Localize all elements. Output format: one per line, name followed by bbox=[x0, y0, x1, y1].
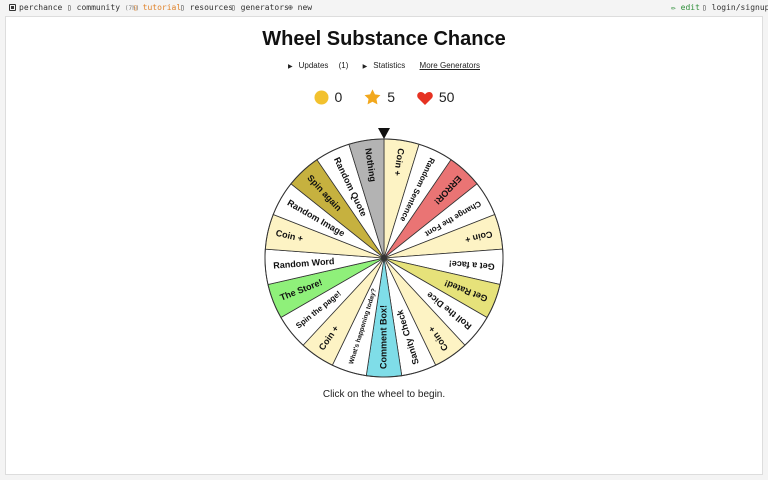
tutorial-link[interactable]: ▯ tutorial bbox=[133, 3, 181, 12]
brand-label: perchance bbox=[19, 3, 63, 12]
user-icon: ▯ bbox=[702, 3, 707, 12]
heart-icon bbox=[417, 92, 433, 106]
resources-icon: ▯ bbox=[180, 3, 185, 12]
book-icon: ▯ bbox=[133, 3, 138, 12]
edit-link[interactable]: ✏ edit bbox=[671, 3, 700, 12]
pencil-icon: ✏ bbox=[671, 3, 676, 12]
top-nav-bar: perchance ▯ community (7h) ▯ tutorial ▯ … bbox=[0, 0, 768, 16]
edit-label: edit bbox=[680, 3, 700, 12]
resources-label: resources bbox=[189, 3, 234, 12]
dice-icon bbox=[9, 4, 16, 11]
wheel-hub bbox=[381, 255, 387, 261]
tutorial-label: tutorial bbox=[142, 3, 182, 12]
statistics-label: Statistics bbox=[373, 61, 406, 70]
updates-label: Updates bbox=[298, 61, 329, 70]
page-title: Wheel Substance Chance bbox=[262, 28, 506, 50]
wheel-segment-label: Comment Box! bbox=[378, 305, 388, 369]
updates-count: (1) bbox=[338, 61, 349, 70]
star-count: 5 bbox=[387, 89, 395, 106]
new-link[interactable]: ⊕ new bbox=[288, 3, 312, 12]
triangle-right-icon: ▶ bbox=[362, 64, 368, 70]
resources-link[interactable]: ▯ resources bbox=[180, 3, 233, 12]
generators-icon: ▯ bbox=[231, 3, 236, 12]
star-stat: 5 bbox=[364, 89, 395, 105]
login-label: login/signup bbox=[711, 3, 768, 12]
statistics-toggle[interactable]: ▶ Statistics bbox=[363, 61, 410, 70]
prize-wheel[interactable]: Coin +Random SentenceERROR!Change the Fo… bbox=[255, 128, 513, 380]
new-label: new bbox=[297, 3, 313, 12]
community-label: community bbox=[76, 3, 121, 12]
plus-circle-icon: ⊕ bbox=[288, 3, 293, 12]
pointer-icon bbox=[378, 128, 390, 139]
heart-stat: 50 bbox=[417, 89, 455, 106]
brand-link[interactable]: perchance bbox=[9, 3, 62, 12]
instruction-text: Click on the wheel to begin. bbox=[322, 389, 446, 400]
header-links: ▶ Updates (1) ▶ Statistics More Generators bbox=[0, 61, 768, 70]
more-generators-link[interactable]: More Generators bbox=[420, 61, 480, 70]
star-icon bbox=[364, 89, 381, 105]
chat-icon: ▯ bbox=[67, 3, 72, 12]
login-link[interactable]: ▯ login/signup bbox=[702, 3, 768, 12]
generators-link[interactable]: ▯ generators bbox=[231, 3, 289, 12]
updates-toggle[interactable]: ▶ Updates (1) bbox=[288, 61, 352, 70]
coin-icon bbox=[314, 90, 329, 105]
triangle-right-icon: ▶ bbox=[287, 64, 293, 70]
community-link[interactable]: ▯ community (7h) bbox=[67, 3, 139, 12]
coin-stat: 0 bbox=[314, 89, 343, 106]
heart-count: 50 bbox=[438, 89, 455, 106]
generators-label: generators bbox=[240, 3, 289, 12]
coin-count: 0 bbox=[334, 89, 343, 106]
stats-bar: 0 5 50 bbox=[0, 88, 768, 106]
